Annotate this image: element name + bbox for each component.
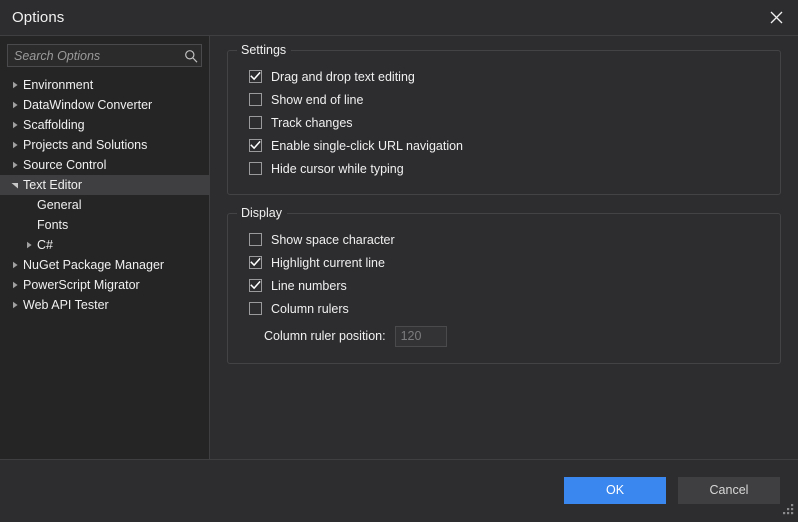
column-ruler-position-input[interactable] (394, 325, 447, 347)
chevron-right-icon[interactable] (8, 261, 22, 269)
chevron-right-icon[interactable] (22, 241, 36, 249)
search-input[interactable] (8, 45, 183, 66)
checkbox-unchecked-icon[interactable] (249, 233, 262, 246)
search-box[interactable] (7, 44, 202, 67)
chevron-right-icon[interactable] (8, 301, 22, 309)
sidebar-item-c#[interactable]: C# (0, 235, 209, 255)
sidebar-item-scaffolding[interactable]: Scaffolding (0, 115, 209, 135)
checkbox-label: Drag and drop text editing (271, 69, 415, 84)
checkbox-unchecked-icon[interactable] (249, 162, 262, 175)
sidebar-item-web-api-tester[interactable]: Web API Tester (0, 295, 209, 315)
checkbox-row-column-rulers[interactable]: Column rulers (242, 297, 766, 320)
checkbox-label: Line numbers (271, 278, 347, 293)
sidebar-item-label: General (37, 198, 82, 212)
sidebar-item-label: C# (37, 238, 53, 252)
chevron-right-icon[interactable] (8, 121, 22, 129)
checkbox-row-show-space-character[interactable]: Show space character (242, 228, 766, 251)
ok-button[interactable]: OK (564, 476, 666, 504)
dialog-body: Environment DataWindow Converter Scaffoldi… (0, 36, 798, 459)
checkbox-label: Show space character (271, 232, 395, 247)
chevron-right-icon[interactable] (8, 81, 22, 89)
sidebar-item-label: Fonts (37, 218, 69, 232)
search-container (0, 36, 209, 73)
checkbox-label: Column rulers (271, 301, 349, 316)
sidebar-item-source-control[interactable]: Source Control (0, 155, 209, 175)
sidebar-item-fonts[interactable]: Fonts (0, 215, 209, 235)
checkbox-unchecked-icon[interactable] (249, 116, 262, 129)
chevron-right-icon[interactable] (8, 281, 22, 289)
sidebar-item-label: NuGet Package Manager (23, 258, 165, 272)
resize-grip-icon[interactable] (781, 503, 795, 517)
checkbox-checked-icon[interactable] (249, 256, 262, 269)
close-button[interactable] (754, 0, 798, 35)
sidebar-item-projects-and-solutions[interactable]: Projects and Solutions (0, 135, 209, 155)
sidebar-item-label: DataWindow Converter (23, 98, 153, 112)
group-display: Display Show space character Highlight cur… (227, 206, 781, 364)
checkbox-row-hide-cursor-while-typing[interactable]: Hide cursor while typing (242, 157, 766, 180)
sidebar-item-label: Source Control (23, 158, 107, 172)
group-legend: Display (237, 206, 287, 221)
sidebar-item-label: Environment (23, 78, 94, 92)
sidebar-item-text-editor[interactable]: Text Editor (0, 175, 209, 195)
sidebar-item-general[interactable]: General (0, 195, 209, 215)
checkbox-unchecked-icon[interactable] (249, 93, 262, 106)
sidebar-item-powerscript-migrator[interactable]: PowerScript Migrator (0, 275, 209, 295)
checkbox-row-show-end-of-line[interactable]: Show end of line (242, 88, 766, 111)
column-ruler-position-row: Column ruler position: (242, 323, 766, 349)
checkbox-row-line-numbers[interactable]: Line numbers (242, 274, 766, 297)
checkbox-checked-icon[interactable] (249, 70, 262, 83)
checkbox-row-drag-and-drop-text-editing[interactable]: Drag and drop text editing (242, 65, 766, 88)
cancel-button[interactable]: Cancel (678, 476, 780, 504)
chevron-right-icon[interactable] (8, 101, 22, 109)
sidebar-item-environment[interactable]: Environment (0, 75, 209, 95)
group-legend: Settings (237, 43, 292, 58)
checkbox-checked-icon[interactable] (249, 139, 262, 152)
checkbox-unchecked-icon[interactable] (249, 302, 262, 315)
sidebar-item-nuget-package-manager[interactable]: NuGet Package Manager (0, 255, 209, 275)
title-bar: Options (0, 0, 798, 36)
options-dialog: Options Search Options Environment DataW… (0, 0, 798, 520)
sidebar-item-label: Text Editor (23, 178, 83, 192)
sidebar-item-label: Scaffolding (23, 118, 85, 132)
options-sidebar: Environment DataWindow Converter Scaffoldi… (0, 36, 210, 459)
dialog-footer: OK Cancel (0, 459, 798, 520)
chevron-right-icon[interactable] (8, 161, 22, 169)
sidebar-item-datawindow-converter[interactable]: DataWindow Converter (0, 95, 209, 115)
chevron-down-icon[interactable] (8, 181, 22, 189)
options-content: Settings Drag and drop text editing Show e… (210, 36, 798, 459)
search-icon[interactable] (183, 49, 201, 63)
close-icon (770, 11, 783, 24)
chevron-right-icon[interactable] (8, 141, 22, 149)
checkbox-label: Hide cursor while typing (271, 161, 404, 176)
options-tree: Environment DataWindow Converter Scaffoldi… (0, 73, 209, 459)
checkbox-label: Highlight current line (271, 255, 385, 270)
sidebar-item-label: Web API Tester (23, 298, 109, 312)
checkbox-label: Show end of line (271, 92, 364, 107)
checkbox-checked-icon[interactable] (249, 279, 262, 292)
checkbox-label: Track changes (271, 115, 353, 130)
column-ruler-position-label: Column ruler position: (264, 329, 386, 343)
sidebar-item-label: PowerScript Migrator (23, 278, 140, 292)
checkbox-label: Enable single-click URL navigation (271, 138, 463, 153)
checkbox-row-enable-single-click-url-navigation[interactable]: Enable single-click URL navigation (242, 134, 766, 157)
checkbox-row-highlight-current-line[interactable]: Highlight current line (242, 251, 766, 274)
checkbox-row-track-changes[interactable]: Track changes (242, 111, 766, 134)
sidebar-item-label: Projects and Solutions (23, 138, 148, 152)
page-title: Options (12, 9, 65, 26)
group-settings: Settings Drag and drop text editing Show e… (227, 43, 781, 195)
